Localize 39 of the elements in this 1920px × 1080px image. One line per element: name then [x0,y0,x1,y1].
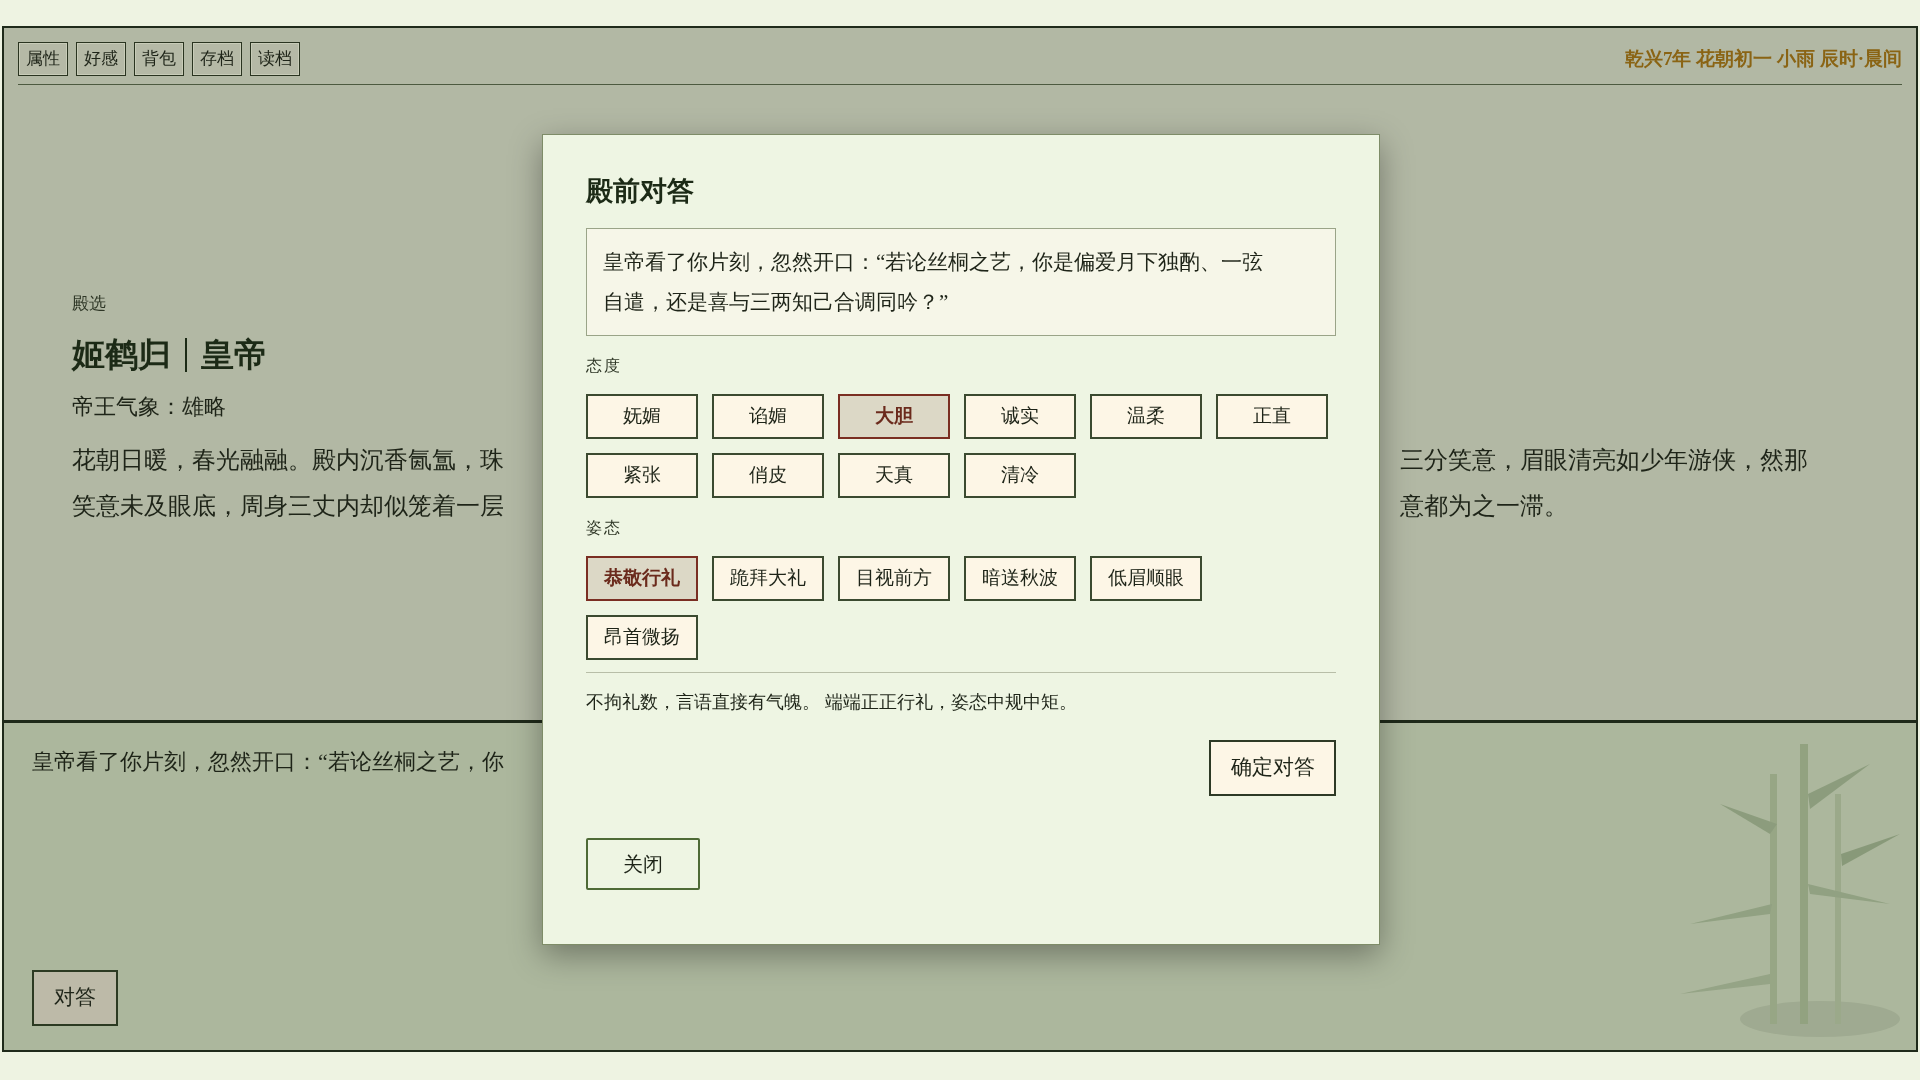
dialog-text: 皇帝看了你片刻，忽然开口：“若论丝桐之艺，你 [32,748,504,776]
option-button[interactable]: 大胆 [838,393,950,439]
confirm-button[interactable]: 确定对答 [1209,739,1336,796]
option-button[interactable]: 紧张 [586,452,698,498]
option-button[interactable]: 妩媚 [586,393,698,439]
story-text: 花朝日暖，春光融融。殿内沉香氤氲，珠 [72,446,504,475]
section-label: 姿态 [586,517,623,538]
toolbar-button[interactable]: 读档 [250,42,300,76]
section-label: 态度 [586,355,623,376]
story-text: 笑意未及眼底，周身三丈内却似笼着一层 [72,492,504,521]
option-button[interactable]: 恭敬行礼 [586,555,698,601]
story-text: 意都为之一滞。 [1400,492,1569,521]
date-text: 乾兴7年 花朝初一 小雨 辰时·晨间 [1624,46,1902,71]
character-name: 姬鹤归 [72,335,171,375]
summary-text: 不拘礼数，言语直接有气魄。 端端正正行礼，姿态中规中矩。 [586,690,1078,714]
close-button[interactable]: 关闭 [586,837,700,890]
option-button[interactable]: 目视前方 [838,555,950,601]
option-button[interactable]: 温柔 [1090,393,1202,439]
toolbar-button[interactable]: 存档 [192,42,242,76]
option-button[interactable]: 暗送秋波 [964,555,1076,601]
toolbar-button[interactable]: 背包 [134,42,184,76]
option-button[interactable]: 诚实 [964,393,1076,439]
option-button[interactable]: 谄媚 [712,393,824,439]
option-button[interactable]: 昂首微扬 [586,614,698,660]
option-button[interactable]: 跪拜大礼 [712,555,824,601]
option-button[interactable]: 天真 [838,452,950,498]
answer-button[interactable]: 对答 [32,970,118,1026]
option-button[interactable]: 低眉顺眼 [1090,555,1202,601]
dialog-title: 殿前对答 [586,175,695,208]
character-role: 皇帝 [201,335,267,375]
toolbar-button[interactable]: 属性 [18,42,68,76]
question-text: 皇帝看了你片刻，忽然开口：“若论丝桐之艺，你是偏爱月下独酌、一弦自遣，还是喜与三两知己合调同吟？” [586,227,1336,336]
option-button[interactable]: 清冷 [964,452,1076,498]
trait-text: 帝王气象：雄略 [72,393,226,421]
option-button[interactable]: 正直 [1216,393,1328,439]
toolbar-button[interactable]: 好感 [76,42,126,76]
option-button[interactable]: 俏皮 [712,452,824,498]
story-text: 三分笑意，眉眼清亮如少年游侠，然那 [1400,446,1809,475]
scene-label: 殿选 [72,293,106,315]
